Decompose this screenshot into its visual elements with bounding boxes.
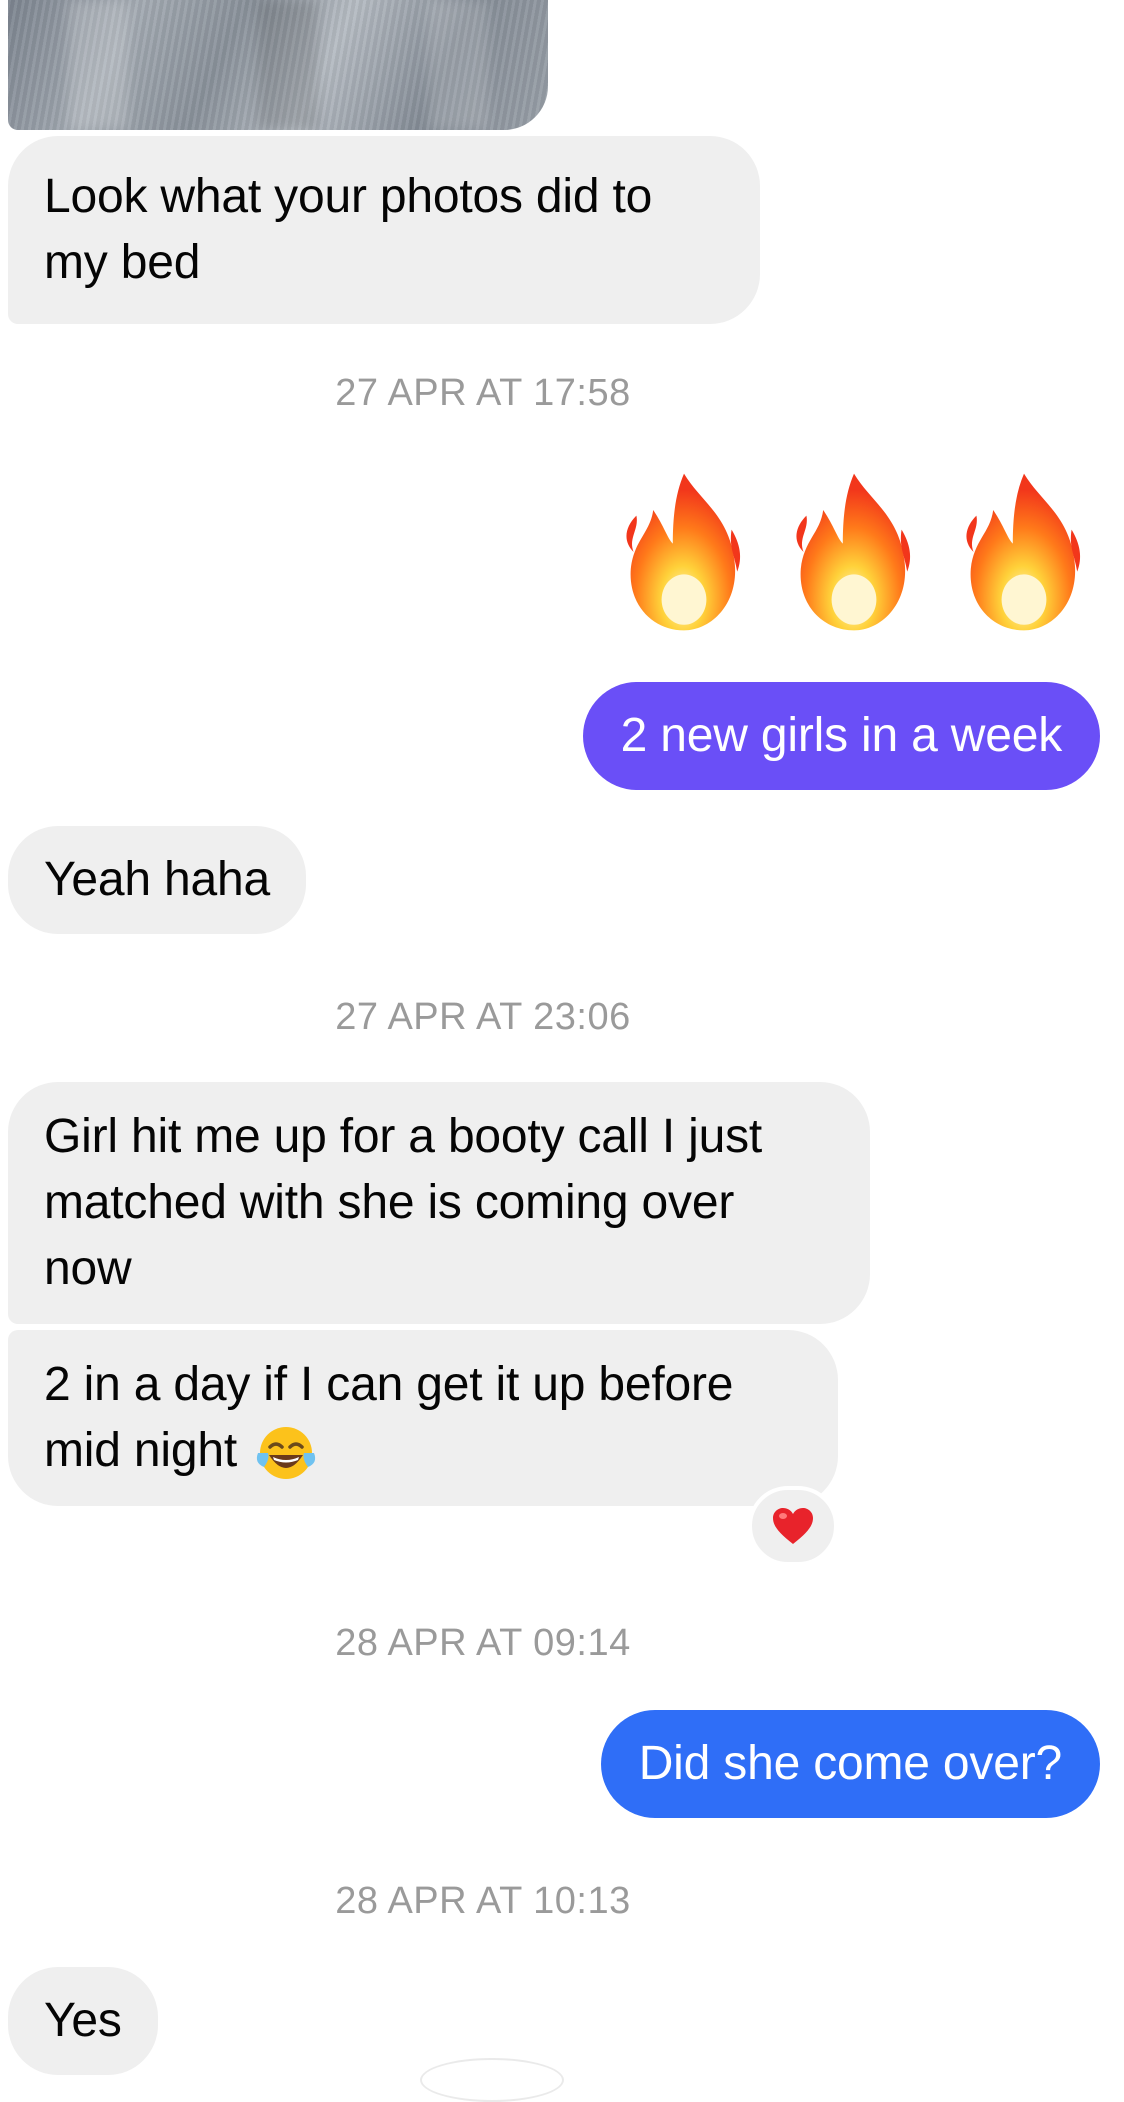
- reaction-badge[interactable]: [748, 1486, 838, 1566]
- message-text: Look what your photos did to my bed: [44, 170, 653, 289]
- message-outgoing[interactable]: 2 new girls in a week: [582, 682, 1100, 790]
- message-incoming[interactable]: Yes: [8, 1967, 158, 2075]
- message-outgoing-emoji[interactable]: [614, 468, 1094, 636]
- message-incoming[interactable]: Look what your photos did to my bed: [8, 136, 760, 324]
- fire-emoji-icon: [626, 473, 741, 631]
- timestamp: 28 APR AT 10:13: [335, 1880, 631, 1922]
- fire-emoji-icon: [966, 473, 1081, 631]
- fire-emoji-icon: [796, 473, 911, 631]
- message-text: 2 new girls in a week: [620, 709, 1063, 762]
- message-text: Yeah haha: [44, 853, 271, 906]
- scroll-indicator: [420, 2058, 564, 2102]
- photo-fold-shadow: [258, 0, 318, 130]
- message-text: 2 in a day if I can get it up before mid…: [44, 1358, 734, 1477]
- message-text: Yes: [44, 1994, 122, 2047]
- message-outgoing[interactable]: Did she come over?: [600, 1710, 1100, 1818]
- timestamp: 28 APR AT 09:14: [335, 1622, 631, 1664]
- message-incoming[interactable]: Yeah haha: [8, 826, 307, 934]
- message-text: Girl hit me up for a booty call I just m…: [44, 1110, 763, 1295]
- timestamp: 27 APR AT 23:06: [335, 996, 631, 1038]
- message-incoming[interactable]: 2 in a day if I can get it up before mid…: [8, 1330, 838, 1506]
- red-heart-emoji-icon: [773, 1508, 813, 1544]
- photo-fold-highlight: [428, 0, 488, 130]
- photo-attachment[interactable]: [8, 0, 548, 130]
- photo-fold-highlight: [68, 0, 128, 130]
- tears-of-joy-emoji-icon: [256, 1427, 316, 1480]
- timestamp: 27 APR AT 17:58: [335, 372, 631, 414]
- message-incoming[interactable]: Girl hit me up for a booty call I just m…: [8, 1082, 870, 1324]
- message-text: Did she come over?: [638, 1737, 1062, 1790]
